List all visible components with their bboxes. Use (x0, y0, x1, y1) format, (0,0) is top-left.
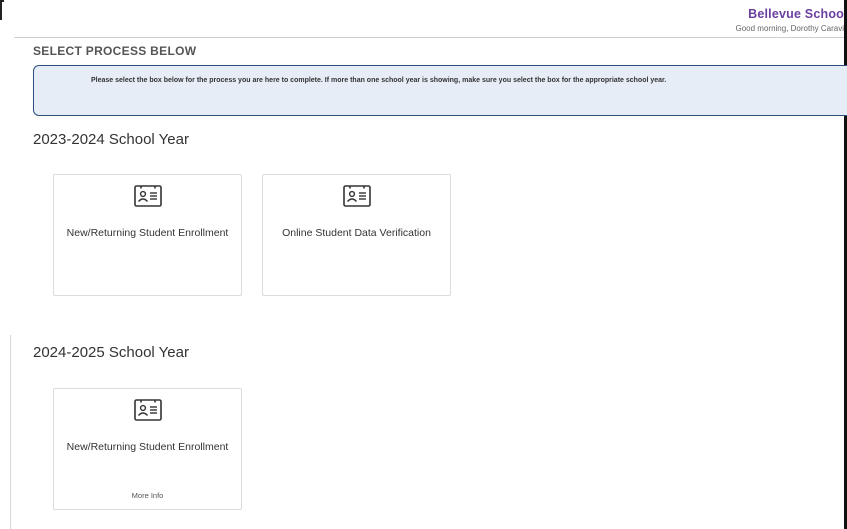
card-new-returning-enrollment-2023[interactable]: New/Returning Student Enrollment (53, 174, 242, 296)
header-divider (14, 37, 844, 38)
app-header: Bellevue Schoo Good morning, Dorothy Car… (0, 0, 845, 36)
section-title-2023-2024: 2023-2024 School Year (33, 131, 189, 148)
more-info-link[interactable]: More Info (54, 491, 241, 500)
card-online-student-data-verification[interactable]: Online Student Data Verification (262, 174, 451, 296)
page-title: SELECT PROCESS BELOW (33, 44, 197, 58)
card-label: Online Student Data Verification (282, 227, 431, 239)
school-brand[interactable]: Bellevue Schoo (748, 7, 844, 21)
instruction-notice: Please select the box below for the proc… (33, 65, 847, 116)
card-label: New/Returning Student Enrollment (66, 441, 229, 453)
id-card-icon (342, 185, 371, 207)
notice-text: Please select the box below for the proc… (91, 77, 667, 84)
id-card-icon (133, 399, 162, 421)
card-new-returning-enrollment-2024[interactable]: New/Returning Student Enrollment More In… (53, 388, 242, 510)
section-title-2024-2025: 2024-2025 School Year (33, 344, 189, 361)
user-greeting: Good morning, Dorothy Caravi (735, 24, 845, 33)
card-label: New/Returning Student Enrollment (66, 227, 229, 239)
id-card-icon (133, 185, 162, 207)
section-divider (10, 335, 11, 529)
